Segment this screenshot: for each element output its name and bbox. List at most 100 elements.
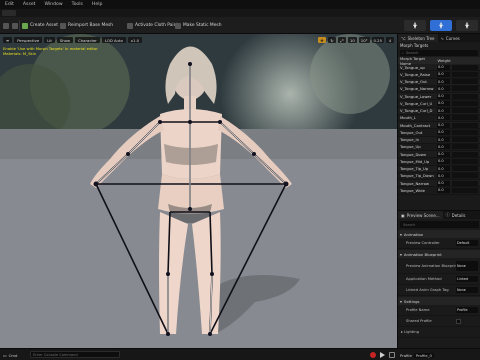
morph-weight-slider[interactable] [452, 187, 478, 193]
morph-weight-field[interactable]: 0.0 [437, 115, 450, 121]
morph-weight-slider[interactable] [452, 115, 478, 121]
col-weight[interactable]: Weight [436, 58, 480, 63]
section-settings[interactable]: ▾ Settings [398, 297, 480, 305]
morph-weight-field[interactable]: 0.0 [437, 108, 450, 114]
morph-weight-field[interactable]: 0.0 [437, 100, 450, 106]
morph-target-row[interactable]: Tongue_Wide 0.0 [398, 187, 480, 195]
save-button[interactable] [3, 21, 9, 30]
morph-target-row[interactable]: V_Tongue_Curl_D 0.0 [398, 107, 480, 115]
morph-weight-slider[interactable] [452, 129, 478, 135]
rotation-snap-value[interactable]: 10° [358, 37, 370, 43]
morph-target-row[interactable]: V_Tongue_Narrow 0.0 [398, 86, 480, 93]
morph-weight-slider[interactable] [452, 79, 478, 85]
morph-weight-field[interactable]: 0.0 [437, 93, 450, 99]
morph-weight-slider[interactable] [452, 158, 478, 164]
play-button[interactable] [380, 352, 385, 358]
skeleton-mode-button[interactable] [404, 20, 426, 31]
morph-target-row[interactable]: V_Tongue_Raise 0.0 [398, 71, 480, 79]
morph-weight-slider[interactable] [452, 151, 478, 157]
linked-anim-graph-tag-dropdown[interactable]: None [456, 287, 478, 293]
shared-profile-checkbox[interactable] [456, 318, 461, 324]
morph-weight-slider[interactable] [452, 137, 478, 143]
morph-weight-field[interactable]: 0.0 [437, 71, 450, 77]
morph-weight-field[interactable]: 0.0 [437, 79, 450, 85]
morph-weight-field[interactable]: 0.0 [437, 151, 450, 157]
morph-weight-slider[interactable] [452, 144, 478, 150]
morph-weight-slider[interactable] [452, 122, 478, 128]
tab-preview-scene[interactable]: ▣ Preview Scene... [398, 211, 443, 219]
menu-asset[interactable]: Asset [23, 2, 36, 7]
application-method-dropdown[interactable]: Linked [456, 276, 478, 282]
make-static-mesh-button[interactable]: Make Static Mesh [175, 21, 221, 30]
profile-selector[interactable]: Profile Profile_0 [400, 352, 434, 358]
browse-button[interactable] [12, 21, 18, 30]
rotate-tool-icon[interactable]: ↻ [327, 37, 336, 43]
morph-weight-slider[interactable] [452, 86, 478, 92]
character-button[interactable]: Character [75, 37, 100, 43]
tab-skeleton-tree[interactable]: ⌥ Skeleton Tree [398, 34, 438, 42]
morph-weight-slider[interactable] [452, 71, 478, 77]
morph-target-row[interactable]: V_Tongue_up 0.0 [398, 64, 480, 72]
morph-weight-slider[interactable] [452, 173, 478, 179]
morph-target-row[interactable]: Tongue_In 0.0 [398, 136, 480, 144]
activate-cloth-paint-button[interactable]: Activate Cloth Paint [127, 21, 178, 30]
preview-anim-bp-picker[interactable]: None [456, 260, 478, 271]
row-lighting[interactable]: ▸ Lighting [398, 327, 480, 338]
morph-target-row[interactable]: Tongue_Out 0.0 [398, 129, 480, 137]
morph-target-row[interactable]: V_Tongue_Out 0.0 [398, 78, 480, 86]
morph-target-row[interactable]: Tongue_Tip_Down 0.0 [398, 173, 480, 180]
section-animation[interactable]: ▾ Animation [398, 230, 480, 238]
scale-snap-value[interactable]: 0.25 [371, 37, 384, 43]
viewport-menu-button[interactable]: ≡ [3, 37, 13, 43]
loop-button[interactable] [389, 352, 395, 358]
morph-weight-field[interactable]: 0.0 [437, 86, 450, 92]
morph-target-row[interactable]: V_Tongue_Lower 0.0 [398, 93, 480, 101]
perspective-button[interactable]: Perspective [14, 37, 43, 43]
animation-mode-button[interactable] [456, 20, 478, 31]
grid-snap-value[interactable]: 10 [347, 37, 357, 43]
lit-button[interactable]: Lit [44, 37, 55, 43]
morph-weight-field[interactable]: 0.0 [437, 187, 450, 193]
morph-weight-slider[interactable] [452, 108, 478, 114]
morph-weight-slider[interactable] [452, 64, 478, 70]
morph-weight-field[interactable]: 0.0 [437, 122, 450, 128]
console-command-input[interactable]: Enter Console Command [30, 351, 120, 358]
playback-speed-button[interactable]: x1.0 [127, 37, 143, 43]
morph-target-row[interactable]: Mouth_L 0.0 [398, 115, 480, 122]
console-dropdown[interactable]: ▭ Cmd [3, 352, 17, 358]
morph-weight-field[interactable]: 0.0 [437, 173, 450, 179]
morph-target-row[interactable]: Tongue_Mid_Up 0.0 [398, 158, 480, 166]
scale-tool-icon[interactable]: ⤢ [337, 37, 346, 43]
record-button[interactable] [370, 352, 376, 358]
camera-speed-value[interactable]: 4 [386, 37, 394, 43]
lod-button[interactable]: LOD Auto [101, 37, 126, 43]
morph-weight-slider[interactable] [452, 100, 478, 106]
morph-weight-slider[interactable] [452, 180, 478, 186]
details-search-input[interactable]: Search [400, 221, 479, 228]
tab-curves[interactable]: ∿ Curves [438, 34, 463, 42]
tab-details[interactable]: ⓘ Details [443, 211, 469, 219]
create-asset-button[interactable]: Create Asset ▾ [22, 21, 62, 30]
profile-name-field[interactable]: Profile [456, 307, 478, 313]
menu-tools[interactable]: Tools [72, 2, 83, 7]
morph-weight-slider[interactable] [452, 93, 478, 99]
preview-controller-dropdown[interactable]: Default [456, 240, 478, 246]
morph-weight-field[interactable]: 0.0 [437, 166, 450, 172]
viewport[interactable]: ≡ Perspective Lit Show Character LOD Aut… [0, 34, 397, 348]
morph-weight-field[interactable]: 0.0 [437, 144, 450, 150]
menu-help[interactable]: Help [92, 2, 102, 7]
reimport-base-mesh-button[interactable]: Reimport Base Mesh [60, 21, 113, 30]
morph-target-row[interactable]: Tongue_Down 0.0 [398, 151, 480, 159]
translate-tool-icon[interactable]: ✥ [317, 37, 326, 43]
morph-target-row[interactable]: V_Tongue_Curl_U 0.0 [398, 100, 480, 108]
morph-target-row[interactable]: Tongue_Tip_Up 0.0 [398, 165, 480, 173]
morph-weight-field[interactable]: 0.0 [437, 137, 450, 143]
menu-window[interactable]: Window [44, 2, 62, 7]
show-button[interactable]: Show [56, 37, 74, 43]
morph-target-row[interactable]: Mouth_Contract 0.0 [398, 122, 480, 130]
morph-weight-field[interactable]: 0.0 [437, 158, 450, 164]
morph-target-row[interactable]: Tongue_Up 0.0 [398, 144, 480, 151]
morph-weight-field[interactable]: 0.0 [437, 64, 450, 70]
menu-edit[interactable]: Edit [5, 2, 14, 7]
morph-weight-field[interactable]: 0.0 [437, 180, 450, 186]
